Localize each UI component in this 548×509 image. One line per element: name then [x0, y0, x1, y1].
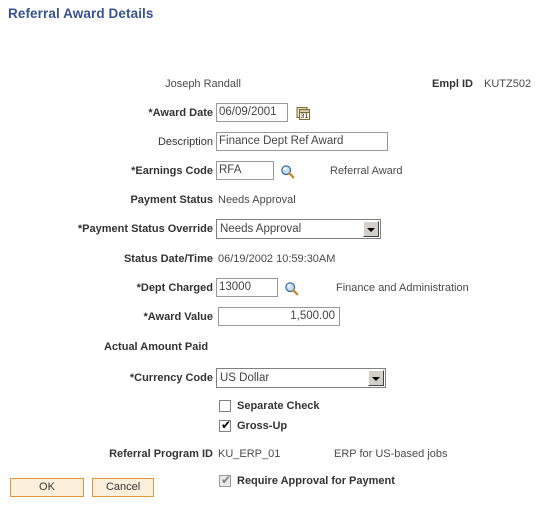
status-date-time-label: Status Date/Time [123, 253, 213, 265]
currency-code-label: *Currency Code [129, 372, 213, 384]
currency-code-row: *Currency Code US Dollar [0, 368, 548, 391]
payment-status-override-row: *Payment Status Override Needs Approval [0, 219, 548, 242]
award-value-row: *Award Value [0, 307, 548, 329]
dept-charged-input[interactable] [216, 278, 278, 297]
calendar-icon[interactable]: 31 [296, 106, 311, 121]
payment-status-row: Payment Status Needs Approval [0, 190, 548, 212]
referral-program-id-description: ERP for US-based jobs [334, 448, 448, 460]
button-bar: OK Cancel [10, 478, 159, 497]
gross-up-row: ✔ Gross-Up [0, 418, 548, 436]
award-date-row: *Award Date 31 [0, 103, 548, 125]
dept-charged-description: Finance and Administration [336, 282, 469, 294]
payment-status-value: Needs Approval [218, 194, 296, 206]
award-value-input[interactable] [218, 307, 340, 326]
lookup-magnifier-icon[interactable] [284, 281, 299, 296]
earnings-code-description: Referral Award [330, 165, 403, 177]
currency-code-select[interactable]: US Dollar [216, 368, 386, 388]
currency-code-selected-value: US Dollar [220, 372, 270, 384]
cancel-button[interactable]: Cancel [92, 478, 155, 497]
dept-charged-row: *Dept Charged Finance and Administration [0, 278, 548, 300]
award-value-label: *Award Value [143, 311, 214, 323]
require-approval-label: Require Approval for Payment [237, 475, 395, 487]
employee-header-row: Joseph Randall Empl ID KUTZ502 [0, 74, 548, 96]
award-date-label: *Award Date [148, 107, 213, 119]
separate-check-label: Separate Check [237, 400, 320, 412]
status-date-time-row: Status Date/Time 06/19/2002 10:59:30AM [0, 249, 548, 271]
referral-program-id-value: KU_ERP_01 [218, 448, 281, 460]
earnings-code-row: *Earnings Code Referral Award [0, 161, 548, 183]
require-approval-checkbox: ✔ [219, 473, 232, 487]
actual-amount-paid-label: Actual Amount Paid [104, 341, 209, 353]
payment-status-override-select[interactable]: Needs Approval [216, 219, 381, 239]
separate-check-row: Separate Check [0, 398, 548, 416]
separate-check-checkbox[interactable] [219, 400, 231, 412]
description-row: Description [0, 132, 548, 154]
ok-button[interactable]: OK [10, 478, 84, 497]
payment-status-label: Payment Status [130, 194, 213, 206]
referral-program-id-row: Referral Program ID KU_ERP_01 ERP for US… [0, 444, 548, 466]
chevron-down-icon[interactable] [368, 370, 384, 386]
empl-id-value: KUTZ502 [484, 78, 532, 90]
gross-up-checkbox[interactable]: ✔ [219, 418, 232, 432]
empl-id-label: Empl ID [432, 78, 473, 90]
employee-name: Joseph Randall [165, 78, 241, 90]
dept-charged-label: *Dept Charged [136, 282, 213, 294]
earnings-code-input[interactable] [216, 161, 274, 180]
chevron-down-icon[interactable] [363, 221, 379, 237]
award-date-input[interactable] [216, 103, 288, 122]
status-date-time-value: 06/19/2002 10:59:30AM [218, 253, 336, 265]
referral-award-form: Joseph Randall Empl ID KUTZ502 *Award Da… [0, 74, 548, 493]
payment-status-override-label: *Payment Status Override [77, 223, 213, 235]
description-label: Description [157, 136, 213, 148]
payment-status-override-selected-value: Needs Approval [220, 223, 302, 235]
earnings-code-label: *Earnings Code [131, 165, 213, 177]
check-icon: ✔ [221, 418, 232, 432]
svg-text:31: 31 [300, 112, 308, 120]
gross-up-label: Gross-Up [237, 420, 288, 432]
description-input[interactable] [216, 132, 388, 151]
page-title: Referral Award Details [8, 6, 154, 21]
check-icon: ✔ [221, 473, 232, 487]
actual-amount-paid-row: Actual Amount Paid [0, 337, 548, 361]
referral-program-id-label: Referral Program ID [109, 448, 213, 460]
lookup-magnifier-icon[interactable] [280, 164, 295, 179]
